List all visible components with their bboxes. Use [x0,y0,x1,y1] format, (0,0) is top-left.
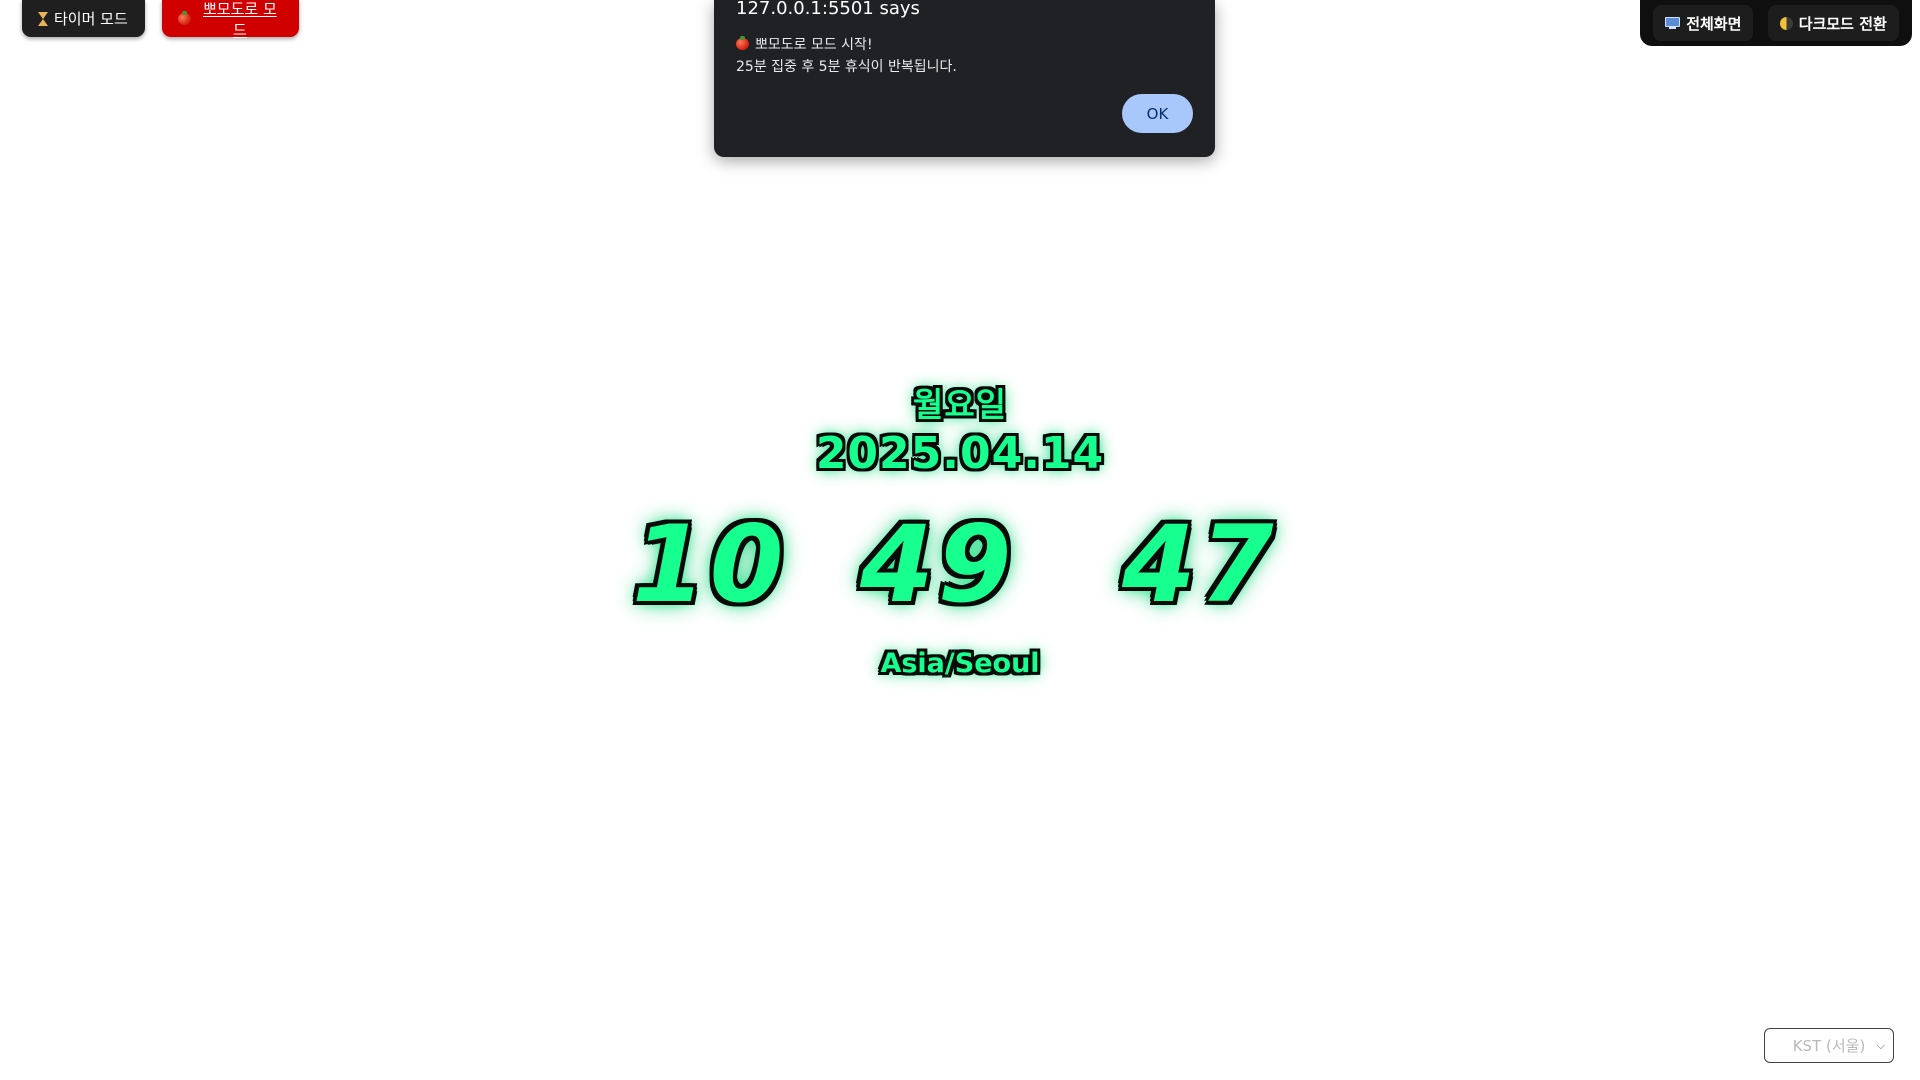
fullscreen-label: 전체화면 [1686,14,1742,33]
dialog-message-text1: 뽀모도로 모드 시작! [755,37,873,53]
alert-dialog: 127.0.0.1:5501 says 뽀모도로 모드 시작! 25분 집중 후… [714,0,1215,157]
dialog-message-line2: 25분 집중 후 5분 휴식이 반복됩니다. [736,59,957,75]
chevron-down-icon: ⌵ [1876,1038,1885,1052]
timer-mode-label: 타이머 모드 [54,10,128,28]
tomato-icon [178,10,191,25]
monitor-icon [1665,17,1681,29]
pomodoro-mode-label: 뽀모도로 모드 [203,0,277,39]
tomato-icon [736,36,749,50]
timezone-label: Asia/Seoul [880,648,1040,679]
dark-mode-toggle-button[interactable]: 다크모드 전환 [1767,5,1899,41]
dark-mode-label: 다크모드 전환 [1798,14,1887,33]
dialog-title: 127.0.0.1:5501 says [736,0,920,19]
clock-page: 타이머 모드 뽀모도로 모드 전체화면 다크모드 전환 127.0.0.1:55… [0,0,1920,1080]
dialog-ok-button[interactable]: OK [1122,94,1193,133]
minutes-display: 49 [860,503,1016,626]
timer-mode-button[interactable]: 타이머 모드 [22,0,145,37]
hours-display: 10 [632,503,788,626]
timezone-select-value: KST (서울) [1792,1037,1866,1055]
date-label: 2025.04.14 [815,428,1105,479]
timezone-select[interactable]: KST (서울) ⌵ [1764,1028,1894,1063]
dialog-message-line1: 뽀모도로 모드 시작! [736,34,873,54]
pomodoro-mode-button[interactable]: 뽀모도로 모드 [162,0,299,39]
control-bar: 전체화면 다크모드 전환 [1640,0,1912,46]
time-display: 10 49 47 [620,505,1300,625]
hourglass-icon [38,11,48,26]
half-moon-icon [1779,16,1793,30]
weekday-label: 월요일 [912,385,1008,424]
seconds-display: 47 [1122,503,1278,626]
fullscreen-button[interactable]: 전체화면 [1653,5,1754,41]
